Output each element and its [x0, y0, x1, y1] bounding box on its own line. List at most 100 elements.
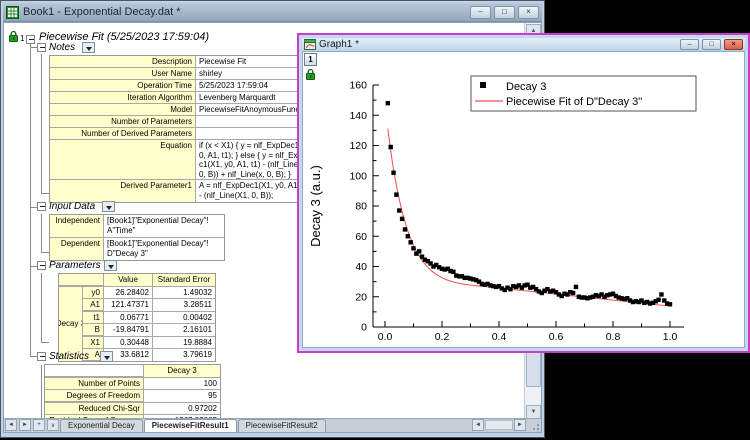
y-axis-title: Decay 3 (a.u.): [308, 165, 323, 247]
notes-dropdown-button[interactable]: [82, 42, 95, 53]
parameters-dropdown-button[interactable]: [104, 260, 117, 271]
stats-row-value: 0.97202: [144, 403, 220, 415]
data-point: [391, 171, 395, 175]
section-notes-label: Notes: [49, 42, 75, 53]
graph1-content: 1 0204060801001201401600.00.20.40.60.81.…: [302, 51, 745, 348]
collapse-notes-button[interactable]: [37, 43, 46, 52]
workbook-icon: [6, 6, 19, 19]
data-point: [406, 234, 410, 238]
y-tick-label: 100: [349, 170, 367, 182]
section-input-label: Input Data: [49, 201, 95, 212]
stats-row-label: Number of Points: [45, 378, 143, 389]
stats-row-value: 95: [144, 390, 220, 402]
tab-add-button[interactable]: +: [33, 419, 45, 431]
legend-label-2: Piecewise Fit of D"Decay 3": [506, 96, 642, 108]
report-row-label: Model: [50, 104, 195, 115]
book1-titlebar[interactable]: Book1 - Exponential Decay.dat * – □ ×: [3, 3, 542, 22]
tree-line: [30, 207, 37, 208]
tab-next-button[interactable]: ►: [19, 419, 31, 431]
y-tick-label: 120: [349, 140, 367, 152]
tree-line: [41, 252, 49, 253]
book-minimize-button[interactable]: –: [470, 6, 491, 19]
data-point: [397, 208, 401, 212]
report-row-label: Number of Parameters: [50, 116, 195, 127]
tab-prev-button[interactable]: ◄: [5, 419, 17, 431]
statistics-table: Decay 3Number of Points100Degrees of Fre…: [44, 364, 221, 420]
param-value: -19.84791: [104, 324, 152, 336]
param-name: X1: [83, 337, 103, 348]
data-point: [403, 227, 407, 231]
book-restore-button[interactable]: □: [494, 6, 515, 19]
y-tick-label: 160: [349, 80, 367, 92]
data-point: [411, 246, 415, 250]
h-scroll-left-button[interactable]: ◄: [472, 419, 484, 431]
sheet-tab-3[interactable]: PiecewiseFitResult2: [238, 419, 326, 432]
param-stderr: 2.16101: [153, 324, 215, 336]
tree-line: [41, 273, 42, 343]
data-point: [574, 285, 578, 289]
param-value: 26.28402: [104, 287, 152, 299]
collapse-input-button[interactable]: [37, 202, 46, 211]
graph-minimize-button[interactable]: –: [680, 39, 699, 50]
param-name: B: [83, 324, 103, 335]
x-tick-label: 0.0: [378, 331, 393, 343]
statistics-dropdown-button[interactable]: [100, 351, 113, 362]
tree-line: [30, 40, 31, 356]
sheet-tab-2[interactable]: PiecewiseFitResult1: [144, 419, 237, 432]
data-point: [386, 101, 390, 105]
section-parameters-label: Parameters: [49, 260, 101, 271]
param-stderr: 0.00402: [153, 312, 215, 324]
resize-grip[interactable]: [529, 420, 539, 430]
graph-close-button[interactable]: ×: [724, 39, 743, 50]
x-tick-label: 1.0: [663, 331, 678, 343]
book-close-button[interactable]: ×: [518, 6, 539, 19]
graph-restore-button[interactable]: □: [702, 39, 721, 50]
lock-icon[interactable]: [305, 68, 316, 80]
collapse-parameters-button[interactable]: [37, 261, 46, 270]
report-row-label: Derived Parameter1: [50, 180, 195, 202]
param-name: t1: [83, 312, 103, 323]
horizontal-scrollbar[interactable]: ◄ ►: [471, 418, 541, 432]
x-tick-label: 0.2: [435, 331, 450, 343]
collapse-statistics-button[interactable]: [37, 352, 46, 361]
params-header-value: Value: [104, 274, 152, 286]
sheet-tab-1[interactable]: Exponential Decay: [60, 419, 143, 432]
tree-line: [41, 365, 42, 420]
param-value: 121.47371: [104, 299, 152, 311]
stats-header-col: Decay 3: [144, 365, 220, 377]
report-row-label: Operation Time: [50, 80, 195, 91]
tab-list-button[interactable]: ∨: [47, 419, 59, 431]
lock-icon[interactable]: [8, 30, 19, 42]
tree-line: [41, 193, 49, 194]
tree-line: [41, 342, 49, 343]
param-stderr: 3.28511: [153, 299, 215, 311]
x-tick-label: 0.8: [606, 331, 621, 343]
tree-line: [30, 266, 37, 267]
legend-label-1: Decay 3: [506, 81, 546, 93]
report-row-label: Dependent: [50, 238, 103, 260]
scroll-down-button[interactable]: ▼: [526, 405, 541, 419]
layer-1-button[interactable]: 1: [304, 53, 317, 66]
input-dropdown-button[interactable]: [102, 201, 115, 212]
decay-plot: 0204060801001201401600.00.20.40.60.81.0D…: [303, 52, 743, 347]
graph1-titlebar[interactable]: Graph1 * – □ ×: [302, 38, 745, 51]
graph-icon: [304, 39, 316, 50]
parameters-table: ValueStandard ErrorDecay 3y026.284021.49…: [58, 273, 216, 362]
param-value: 0.06771: [104, 312, 152, 324]
h-scroll-right-button[interactable]: ►: [514, 419, 526, 431]
stats-header-blank: [45, 365, 143, 376]
report-row-label: User Name: [50, 68, 195, 79]
report-row-value: [Book1]"Exponential Decay"!A"Time": [104, 215, 224, 237]
y-tick-label: 40: [355, 261, 367, 273]
y-tick-label: 80: [355, 201, 367, 213]
data-point: [571, 291, 575, 295]
y-tick-label: 60: [355, 231, 367, 243]
param-stderr: 19.8884: [153, 337, 215, 349]
params-header-stderr: Standard Error: [153, 274, 215, 286]
collapse-root-button[interactable]: [26, 35, 35, 44]
data-point: [451, 270, 455, 274]
graph1-title: Graph1 *: [319, 39, 677, 50]
data-point: [668, 302, 672, 306]
horizontal-scroll-track[interactable]: [485, 420, 513, 430]
data-point: [417, 249, 421, 253]
